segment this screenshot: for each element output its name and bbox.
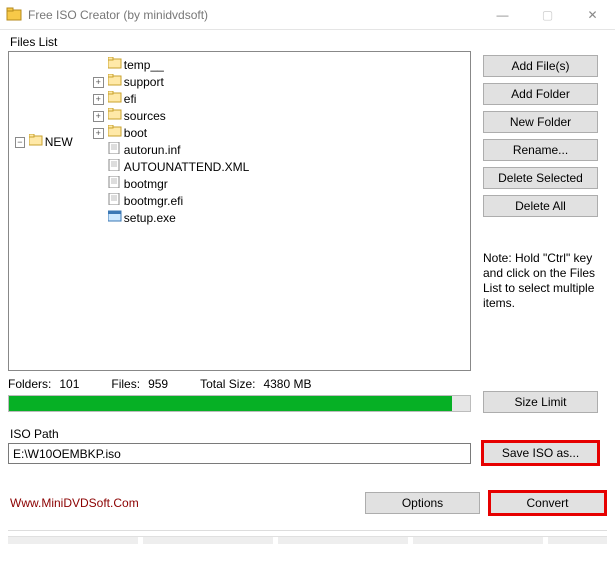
file-icon [108,159,122,176]
size-limit-button[interactable]: Size Limit [483,391,598,413]
tree-item[interactable]: bootmgr [93,176,466,193]
tree-item[interactable]: + boot [93,125,466,142]
folder-icon [108,74,122,91]
tree-item-label: setup.exe [124,210,176,227]
files-tree[interactable]: − NEW temp__ + support + efi + sources + bootaut… [8,51,471,371]
total-size-label: Total Size: [200,377,255,391]
status-strip [8,536,607,544]
tree-item-label: sources [124,108,166,125]
app-icon [6,5,22,24]
rename-button[interactable]: Rename... [483,139,598,161]
total-size-value: 4380 MB [263,377,311,391]
delete-selected-button[interactable]: Delete Selected [483,167,598,189]
files-count-value: 959 [148,377,168,391]
files-list-label: Files List [10,35,607,49]
files-count-label: Files: [111,377,140,391]
folder-icon [108,108,122,125]
tree-item-label: support [124,74,164,91]
tree-item-label: boot [124,125,147,142]
file-icon [108,142,122,159]
website-link[interactable]: Www.MiniDVDSoft.Com [10,496,139,510]
save-iso-button[interactable]: Save ISO as... [483,442,598,464]
tree-item-label: autorun.inf [124,142,181,159]
exe-icon [108,210,122,227]
tree-root-label[interactable]: NEW [45,134,73,151]
tree-item[interactable]: autorun.inf [93,142,466,159]
tree-item-label: AUTOUNATTEND.XML [124,159,250,176]
folder-icon [108,91,122,108]
folder-icon [108,57,122,74]
add-files-button[interactable]: Add File(s) [483,55,598,77]
stats-row: Folders: 101 Files: 959 Total Size: 4380… [8,377,471,391]
close-button[interactable]: ✕ [570,0,615,30]
tree-item[interactable]: bootmgr.efi [93,193,466,210]
collapse-icon[interactable]: − [15,137,25,148]
file-icon [108,193,122,210]
window-title: Free ISO Creator (by minidvdsoft) [28,8,208,22]
minimize-button[interactable]: — [480,0,525,30]
folder-open-icon [29,134,43,151]
titlebar: Free ISO Creator (by minidvdsoft) — ▢ ✕ [0,0,615,30]
maximize-button[interactable]: ▢ [525,0,570,30]
tree-item[interactable]: + efi [93,91,466,108]
tree-item-label: temp__ [124,57,164,74]
tree-item-label: efi [124,91,137,108]
tree-item-label: bootmgr [124,176,168,193]
add-folder-button[interactable]: Add Folder [483,83,598,105]
tree-item-label: bootmgr.efi [124,193,183,210]
expand-icon[interactable]: + [93,128,104,139]
new-folder-button[interactable]: New Folder [483,111,598,133]
file-icon [108,176,122,193]
options-button[interactable]: Options [365,492,480,514]
tree-item[interactable]: temp__ [93,57,466,74]
expand-icon[interactable]: + [93,111,104,122]
iso-path-input[interactable] [8,443,471,464]
folder-icon [108,125,122,142]
expand-icon[interactable]: + [93,77,104,88]
size-progress [8,395,471,412]
tree-item[interactable]: setup.exe [93,210,466,227]
expand-icon[interactable]: + [93,94,104,105]
folders-label: Folders: [8,377,51,391]
tree-item[interactable]: + sources [93,108,466,125]
iso-path-label: ISO Path [10,427,471,441]
note-text: Note: Hold "Ctrl" key and click on the F… [483,251,598,311]
folders-value: 101 [59,377,79,391]
tree-item[interactable]: + support [93,74,466,91]
delete-all-button[interactable]: Delete All [483,195,598,217]
tree-item[interactable]: AUTOUNATTEND.XML [93,159,466,176]
convert-button[interactable]: Convert [490,492,605,514]
